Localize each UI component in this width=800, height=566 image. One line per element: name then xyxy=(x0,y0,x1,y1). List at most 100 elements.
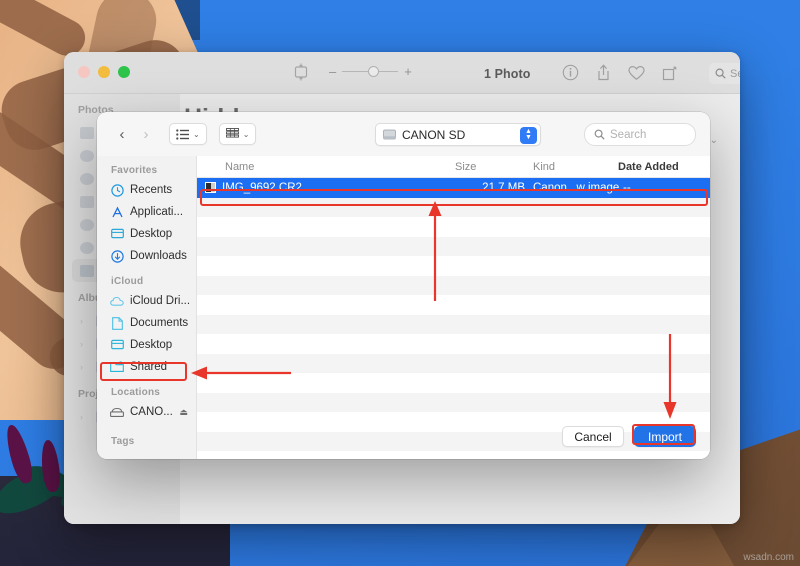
sidebar-item-canon-device[interactable]: CANO... ⏏ xyxy=(97,401,196,423)
sidebar-item-label: CANO... xyxy=(130,406,173,418)
photos-zoom-slider[interactable]: – + xyxy=(329,64,412,79)
zoom-button[interactable] xyxy=(118,66,130,78)
sidebar-item-label: Desktop xyxy=(130,339,173,351)
chevron-right-icon: › xyxy=(80,361,83,372)
import-button[interactable]: Import xyxy=(634,426,696,447)
heart-icon[interactable] xyxy=(628,65,645,81)
recents-icon xyxy=(80,241,94,254)
column-header-kind[interactable]: Kind xyxy=(533,161,618,173)
file-date-cell: -- xyxy=(623,181,631,194)
cloud-icon xyxy=(110,294,124,308)
column-header-name[interactable]: Name xyxy=(225,161,455,173)
sidebar-item-label: Desktop xyxy=(130,228,173,240)
empty-row xyxy=(197,217,710,237)
sidebar-item-downloads[interactable]: Downloads xyxy=(97,245,196,267)
zoom-out-label[interactable]: – xyxy=(329,64,336,79)
chevron-right-icon: › xyxy=(80,338,83,349)
dialog-search-placeholder: Search xyxy=(610,128,647,141)
file-name-cell: IMG_9692.CR2 xyxy=(205,182,455,194)
hidden-eye-icon xyxy=(80,264,94,277)
chevron-right-icon: › xyxy=(80,315,83,326)
photos-toolbar-icons[interactable] xyxy=(562,64,677,81)
sidebar-item-documents[interactable]: Documents xyxy=(97,312,196,334)
for-you-icon xyxy=(80,149,94,162)
library-icon xyxy=(80,126,94,139)
search-icon xyxy=(715,68,726,79)
chevron-down-icon: ⌄ xyxy=(242,129,250,139)
forward-button[interactable]: › xyxy=(135,123,157,145)
table-row[interactable]: IMG_9692.CR2 21.7 MB Canon...w image -- xyxy=(197,178,710,198)
empty-row xyxy=(197,236,710,256)
navigation-buttons[interactable]: ‹ › xyxy=(111,123,157,145)
window-controls[interactable] xyxy=(78,66,130,78)
file-size-cell: 21.7 MB xyxy=(482,181,525,194)
sidebar-section-favorites: Favorites xyxy=(111,165,158,176)
empty-row xyxy=(197,197,710,217)
photo-layout-icon[interactable] xyxy=(293,63,309,81)
import-file-dialog[interactable]: ‹ › ⌄ ⌄ CANON SD ▲ ▼ Search Favorites Re… xyxy=(97,112,710,459)
dialog-toolbar: ‹ › ⌄ ⌄ CANON SD ▲ ▼ Search xyxy=(97,112,710,156)
dialog-footer[interactable]: Cancel Import xyxy=(562,426,696,447)
photos-titlebar: – + 1 Photo S xyxy=(64,52,740,94)
sidebar-item-desktop[interactable]: Desktop xyxy=(97,223,196,245)
zoom-slider-knob[interactable] xyxy=(368,66,380,77)
share-icon[interactable] xyxy=(596,64,611,81)
sidebar-item-shared[interactable]: Shared xyxy=(97,356,196,378)
empty-row xyxy=(197,314,710,334)
empty-row xyxy=(197,392,710,412)
close-button[interactable] xyxy=(78,66,90,78)
zoom-in-label[interactable]: + xyxy=(404,64,412,79)
document-icon xyxy=(110,316,124,330)
sidebar-item-label: Documents xyxy=(130,317,189,329)
dialog-file-browser[interactable]: Name Size Kind Date Added IMG_9692.CR2 2… xyxy=(197,156,710,459)
group-by-button[interactable]: ⌄ xyxy=(218,123,257,145)
desktop-icon xyxy=(110,227,124,241)
dialog-sidebar[interactable]: Favorites Recents Applicati... Desktop D… xyxy=(97,156,197,459)
empty-row xyxy=(197,275,710,295)
memories-icon xyxy=(80,218,94,231)
file-kind-cell: Canon...w image xyxy=(533,181,620,194)
dialog-search-field[interactable]: Search xyxy=(584,123,696,146)
photos-search-field[interactable]: Search xyxy=(709,63,740,84)
zoom-slider-track[interactable] xyxy=(342,66,399,77)
empty-row xyxy=(197,353,710,373)
imports-icon xyxy=(80,195,94,208)
desktop-icon xyxy=(110,338,124,352)
search-icon xyxy=(594,129,605,140)
empty-row xyxy=(197,373,710,393)
view-mode-button[interactable]: ⌄ xyxy=(169,123,207,145)
column-header-size[interactable]: Size xyxy=(455,161,533,173)
sidebar-item-label: Applicati... xyxy=(130,206,184,218)
info-icon[interactable] xyxy=(562,64,579,81)
eject-icon[interactable]: ⏏ xyxy=(179,407,188,418)
minimize-button[interactable] xyxy=(98,66,110,78)
popup-chevrons-icon[interactable]: ▲ ▼ xyxy=(520,126,537,144)
rotate-icon[interactable] xyxy=(662,65,677,81)
sidebar-item-label: Downloads xyxy=(130,250,187,262)
cancel-button[interactable]: Cancel xyxy=(562,426,624,447)
back-button[interactable]: ‹ xyxy=(111,123,133,145)
clock-icon xyxy=(110,183,124,197)
sidebar-item-applications[interactable]: Applicati... xyxy=(97,201,196,223)
downloads-icon xyxy=(110,249,124,263)
file-list[interactable]: IMG_9692.CR2 21.7 MB Canon...w image -- xyxy=(197,178,710,451)
file-list-header[interactable]: Name Size Kind Date Added xyxy=(197,156,710,178)
sidebar-section-tags: Tags xyxy=(111,436,135,447)
watermark: wsadn.com xyxy=(743,552,794,563)
file-name-text: IMG_9692.CR2 xyxy=(222,181,302,194)
list-view-icon xyxy=(176,128,189,140)
path-popup-label: CANON SD xyxy=(402,127,466,142)
screenshot-root: Photos Albums › › › Projects › xyxy=(0,0,800,566)
external-drive-icon xyxy=(383,129,396,139)
path-popup-button[interactable]: CANON SD ▲ ▼ xyxy=(375,123,541,146)
raw-image-file-icon xyxy=(205,182,216,194)
sidebar-item-desktop-icloud[interactable]: Desktop xyxy=(97,334,196,356)
sidebar-item-recents[interactable]: Recents xyxy=(97,179,196,201)
sidebar-item-icloud-drive[interactable]: iCloud Dri... xyxy=(97,290,196,312)
group-view-icon xyxy=(225,128,239,138)
chevron-right-icon: › xyxy=(80,411,83,422)
column-header-date-added[interactable]: Date Added xyxy=(618,161,679,173)
sidebar-section-icloud: iCloud xyxy=(111,276,144,287)
photos-search-placeholder: Search xyxy=(730,67,740,80)
shared-folder-icon xyxy=(110,360,124,374)
